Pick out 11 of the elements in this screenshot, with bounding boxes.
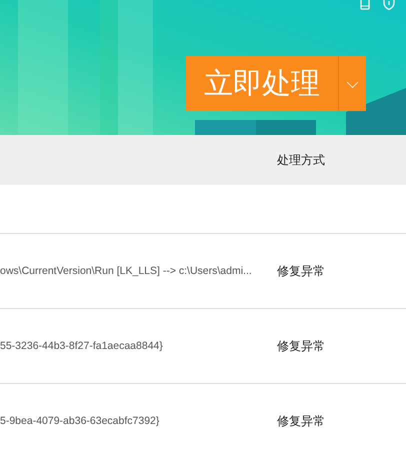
table-cell: 修复异常 [277,412,325,430]
process-now-button[interactable]: 立即处理 [186,56,338,111]
table-cell: 修复异常 [277,338,325,354]
phone-icon[interactable] [360,0,370,10]
table-cell-text: 5-9bea-4079-ab36-63ecabfc7392} [0,415,160,427]
table-cell-text: ows\CurrentVersion\Run [LK_LLS] --> c:\Users\admi... [0,265,253,277]
shield-icon[interactable] [383,0,395,10]
table-cell-text: 55-3236-44b3-8f27-fa1aecaa8844} [0,340,164,352]
table-cell: 修复异常 [277,262,325,280]
dropdown-button[interactable]: ⌵ [338,56,366,111]
column-header: 处理方式 [277,152,325,168]
